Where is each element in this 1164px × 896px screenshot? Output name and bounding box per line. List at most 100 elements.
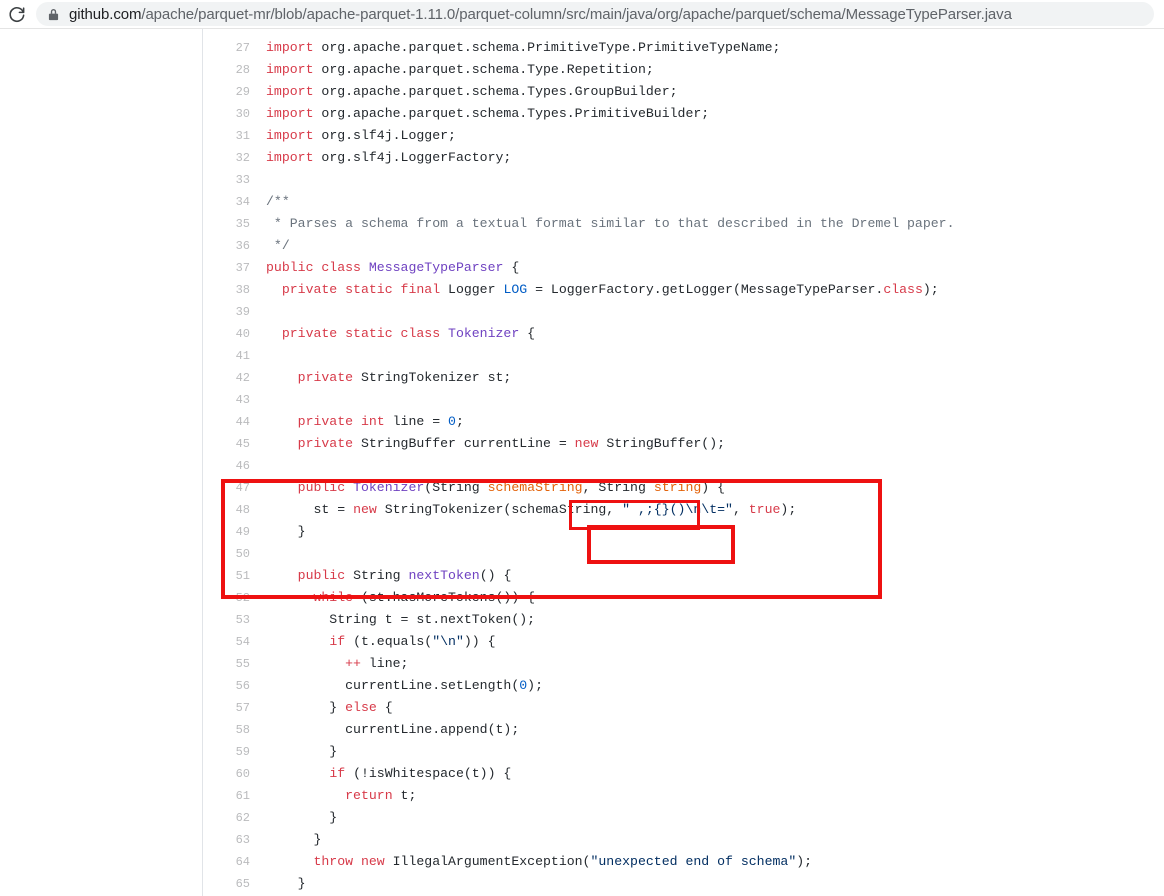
line-number[interactable]: 39 [204, 301, 250, 323]
code-token: private [297, 414, 361, 429]
line-number[interactable]: 40 [204, 323, 250, 345]
code-line-content: public String nextToken() { [266, 565, 512, 587]
line-number[interactable]: 32 [204, 147, 250, 169]
code-line-content: import org.slf4j.LoggerFactory; [266, 147, 511, 169]
code-line: 55 ++ line; [204, 653, 1164, 675]
line-number[interactable]: 56 [204, 675, 250, 697]
line-number[interactable]: 55 [204, 653, 250, 675]
code-line-content: } [266, 807, 337, 829]
line-number[interactable]: 36 [204, 235, 250, 257]
line-number[interactable]: 46 [204, 455, 250, 477]
line-number[interactable]: 59 [204, 741, 250, 763]
code-line: 33 [204, 169, 1164, 191]
code-token: StringTokenizer st; [360, 370, 512, 385]
code-token: "\n" [432, 634, 464, 649]
line-number[interactable]: 43 [204, 389, 250, 411]
code-line-content: import org.apache.parquet.schema.Types.G… [266, 81, 678, 103]
address-bar[interactable]: github.com/apache/parquet-mr/blob/apache… [36, 2, 1154, 26]
line-number[interactable]: 49 [204, 521, 250, 543]
code-token: } [266, 700, 346, 715]
reload-icon[interactable] [2, 0, 30, 28]
code-token: Tokenizer [353, 480, 425, 495]
code-token: private [297, 436, 361, 451]
code-line: 46 [204, 455, 1164, 477]
code-line: 35 * Parses a schema from a textual form… [204, 213, 1164, 235]
code-token: class [883, 282, 923, 297]
line-number[interactable]: 37 [204, 257, 250, 279]
code-line: 63 } [204, 829, 1164, 851]
code-line-content: private StringBuffer currentLine = new S… [266, 433, 725, 455]
code-token: throw new [313, 854, 393, 869]
line-number[interactable]: 58 [204, 719, 250, 741]
line-number[interactable]: 29 [204, 81, 250, 103]
line-number[interactable]: 60 [204, 763, 250, 785]
code-line: 51 public String nextToken() { [204, 565, 1164, 587]
code-token: if [329, 634, 354, 649]
code-line: 44 private int line = 0; [204, 411, 1164, 433]
code-token: schemaString [487, 480, 583, 495]
line-number[interactable]: 51 [204, 565, 250, 587]
line-number[interactable]: 52 [204, 587, 250, 609]
line-number[interactable]: 38 [204, 279, 250, 301]
code-line-content: private static class Tokenizer { [266, 323, 535, 345]
address-bar-url: github.com/apache/parquet-mr/blob/apache… [69, 6, 1012, 23]
line-number[interactable]: 48 [204, 499, 250, 521]
line-number[interactable]: 64 [204, 851, 250, 873]
code-token: String [353, 568, 409, 583]
line-number[interactable]: 57 [204, 697, 250, 719]
line-number[interactable]: 34 [204, 191, 250, 213]
code-token: ); [780, 502, 797, 517]
line-number[interactable]: 65 [204, 873, 250, 895]
code-token: Logger [448, 282, 504, 297]
code-line-content: import org.apache.parquet.schema.Primiti… [266, 37, 780, 59]
line-number[interactable]: 63 [204, 829, 250, 851]
line-number[interactable]: 53 [204, 609, 250, 631]
code-line: 34 /** [204, 191, 1164, 213]
line-number[interactable]: 28 [204, 59, 250, 81]
line-number[interactable]: 33 [204, 169, 250, 191]
code-line: 61 return t; [204, 785, 1164, 807]
line-number[interactable]: 31 [204, 125, 250, 147]
left-blank-rail [0, 29, 203, 896]
line-number[interactable]: 35 [204, 213, 250, 235]
line-number[interactable]: 50 [204, 543, 250, 565]
code-token: } [266, 876, 306, 891]
code-token: Tokenizer [448, 326, 520, 341]
code-token: } [266, 744, 338, 759]
line-number[interactable]: 44 [204, 411, 250, 433]
code-token: line = [392, 414, 449, 429]
code-token: StringTokenizer(schemaString, [384, 502, 623, 517]
lock-icon [46, 7, 60, 21]
code-token: /** [266, 194, 290, 209]
code-file-viewer[interactable]: 27 import org.apache.parquet.schema.Primi… [204, 29, 1164, 896]
line-number[interactable]: 62 [204, 807, 250, 829]
code-line: 32 import org.slf4j.LoggerFactory; [204, 147, 1164, 169]
code-token: true [748, 502, 781, 517]
line-number[interactable]: 45 [204, 433, 250, 455]
line-number[interactable]: 54 [204, 631, 250, 653]
code-line-content: if (!isWhitespace(t)) { [266, 763, 511, 785]
code-line-content: import org.apache.parquet.schema.Types.P… [266, 103, 709, 125]
line-number[interactable]: 47 [204, 477, 250, 499]
line-number[interactable]: 41 [204, 345, 250, 367]
code-line: 59 } [204, 741, 1164, 763]
line-number[interactable]: 61 [204, 785, 250, 807]
line-number[interactable]: 27 [204, 37, 250, 59]
line-number[interactable]: 42 [204, 367, 250, 389]
code-token: () { [479, 568, 512, 583]
code-token: import [266, 150, 322, 165]
code-token: new [574, 436, 607, 451]
code-token: while [313, 590, 361, 605]
code-line: 62 } [204, 807, 1164, 829]
code-line-content: /** [266, 191, 290, 213]
line-number[interactable]: 30 [204, 103, 250, 125]
